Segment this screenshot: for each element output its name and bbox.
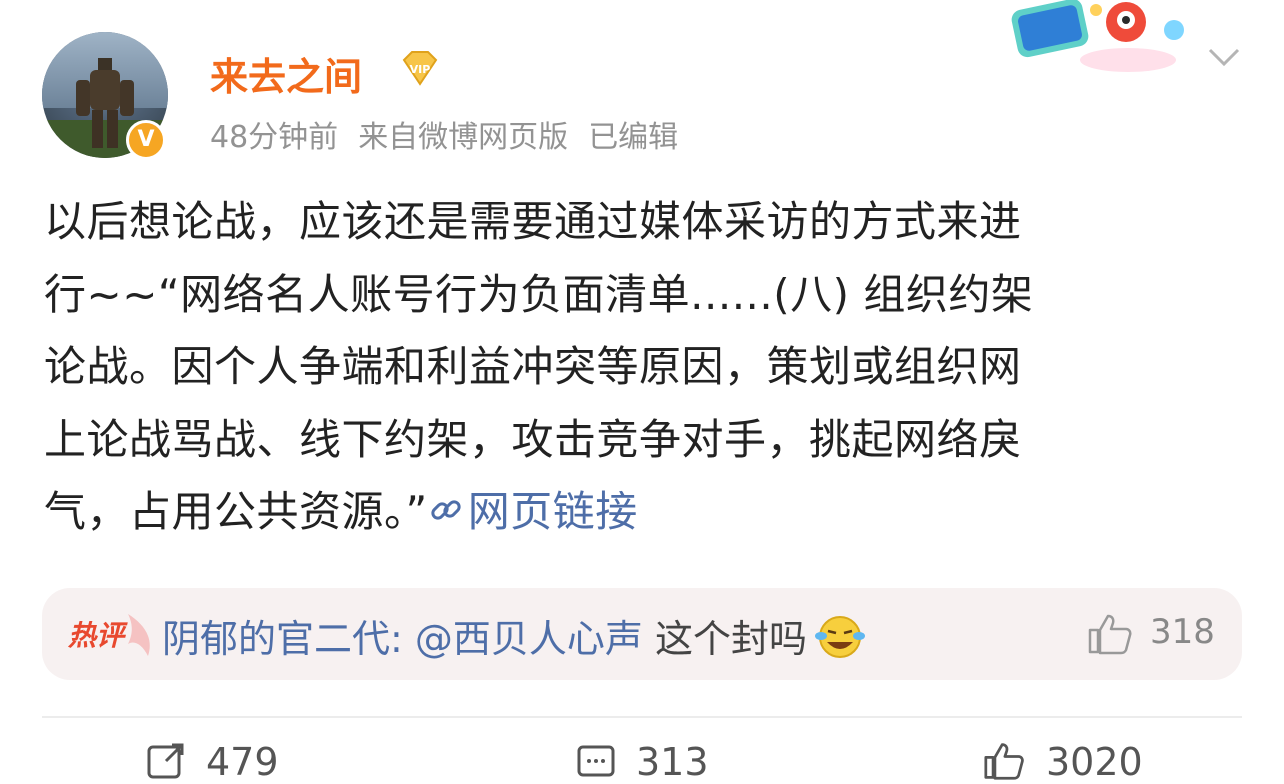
hot-tag-label: 热评 bbox=[68, 619, 125, 652]
verified-v-icon: V bbox=[126, 120, 166, 160]
post-source: 来自微博网页版 bbox=[358, 120, 569, 155]
content-line: 论战。因个人争端和利益冲突等原因，策划或组织网 bbox=[44, 342, 1022, 391]
hot-comment-user[interactable]: 阴郁的官二代: bbox=[162, 617, 403, 661]
hot-comment-like-count: 318 bbox=[1150, 612, 1215, 652]
username[interactable]: 来去之间 bbox=[210, 46, 362, 101]
hot-comment-mention[interactable]: @西贝人心声 bbox=[415, 617, 643, 661]
link-icon bbox=[431, 500, 461, 520]
content-line-last: 气，占用公共资源。” 网页链接 bbox=[44, 476, 1244, 549]
content-line: 行~~“网络名人账号行为负面清单......(八) 组织约架 bbox=[44, 269, 1034, 319]
hot-comment-body: 这个封吗 bbox=[642, 617, 808, 661]
repost-icon bbox=[147, 743, 184, 779]
web-link[interactable]: 网页链接 bbox=[428, 487, 638, 536]
content-line: 气，占用公共资源。” bbox=[44, 487, 428, 536]
thumbs-up-icon[interactable] bbox=[1086, 612, 1134, 656]
hot-comment-text: 阴郁的官二代: @西贝人心声 这个封吗 bbox=[162, 608, 867, 663]
chevron-down-icon[interactable] bbox=[1204, 42, 1244, 72]
comment-icon bbox=[577, 745, 615, 777]
comment-button[interactable]: 313 bbox=[576, 740, 709, 784]
svg-text:VIP: VIP bbox=[410, 63, 431, 76]
hot-comment[interactable]: 热评 阴郁的官二代: @西贝人心声 这个封吗 318 bbox=[42, 588, 1242, 680]
post-time: 48分钟前 bbox=[210, 120, 339, 155]
content-line: 以后想论战，应该还是需要通过媒体采访的方式来进 bbox=[44, 197, 1022, 246]
thumbs-up-icon bbox=[984, 743, 1024, 780]
comment-count: 313 bbox=[636, 740, 709, 784]
edited-label[interactable]: 已编辑 bbox=[588, 120, 678, 155]
post-meta: 48分钟前 来自微博网页版 已编辑 bbox=[210, 112, 698, 156]
like-count: 3020 bbox=[1046, 740, 1143, 784]
laugh-cry-emoji-icon bbox=[815, 616, 866, 658]
like-button[interactable]: 3020 bbox=[982, 740, 1143, 784]
repost-count: 479 bbox=[206, 740, 279, 784]
hot-comment-tag: 热评 bbox=[68, 610, 156, 660]
vip-diamond-icon: VIP bbox=[402, 51, 438, 86]
post-content: 以后想论战，应该还是需要通过媒体采访的方式来进 行~~“网络名人账号行为负面清单… bbox=[44, 186, 1244, 549]
web-link-label: 网页链接 bbox=[467, 487, 638, 536]
content-line: 上论战骂战、线下约架，攻击竞争对手，挑起网络戾 bbox=[44, 414, 1022, 464]
divider bbox=[42, 716, 1242, 718]
repost-button[interactable]: 479 bbox=[146, 740, 279, 784]
sticker-decoration-icon bbox=[1011, 0, 1184, 72]
